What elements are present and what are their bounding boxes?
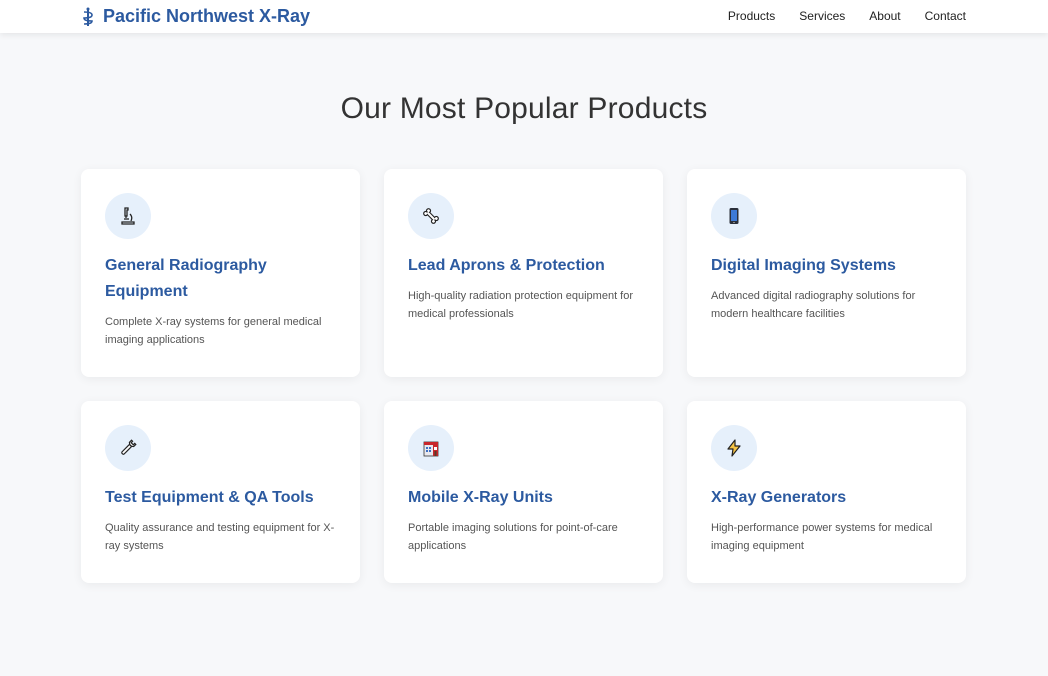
product-description: Complete X-ray systems for general medic… [105, 316, 322, 346]
nav-link-contact[interactable]: Contact [925, 9, 966, 23]
product-description: High-quality radiation protection equipm… [408, 290, 634, 320]
brand-link[interactable]: Pacific Northwest X-Ray [81, 6, 310, 27]
nav-links: Products Services About Contact [728, 9, 966, 23]
lightning-icon [711, 425, 757, 471]
product-card-digital-imaging[interactable]: Digital Imaging Systems Advanced digital… [687, 169, 966, 377]
product-card-general-radiography[interactable]: General Radiography Equipment Complete X… [81, 169, 360, 377]
top-navbar: Pacific Northwest X-Ray Products Service… [0, 0, 1048, 33]
product-title: X-Ray Generators [711, 489, 847, 506]
product-description: Advanced digital radiography solutions f… [711, 290, 916, 320]
mobile-phone-icon [711, 193, 757, 239]
product-card-xray-generators[interactable]: X-Ray Generators High-performance power … [687, 401, 966, 583]
product-title: General Radiography Equipment [105, 257, 267, 300]
microscope-icon [105, 193, 151, 239]
product-card-mobile-xray[interactable]: Mobile X-Ray Units Portable imaging solu… [384, 401, 663, 583]
wrench-icon [105, 425, 151, 471]
product-title: Test Equipment & QA Tools [105, 489, 314, 506]
product-description: Portable imaging solutions for point-of-… [408, 522, 618, 552]
product-title: Digital Imaging Systems [711, 257, 896, 274]
nav-link-about[interactable]: About [869, 9, 900, 23]
product-grid: General Radiography Equipment Complete X… [81, 169, 966, 583]
caduceus-icon [81, 7, 95, 27]
product-title: Mobile X-Ray Units [408, 489, 553, 506]
brand-name: Pacific Northwest X-Ray [103, 6, 311, 26]
product-description: Quality assurance and testing equipment … [105, 522, 335, 552]
nav-link-products[interactable]: Products [728, 9, 775, 23]
hospital-icon [408, 425, 454, 471]
nav-link-services[interactable]: Services [799, 9, 845, 23]
product-title: Lead Aprons & Protection [408, 257, 605, 274]
product-card-test-equipment[interactable]: Test Equipment & QA Tools Quality assura… [81, 401, 360, 583]
bone-icon [408, 193, 454, 239]
product-card-lead-aprons[interactable]: Lead Aprons & Protection High-quality ra… [384, 169, 663, 377]
product-description: High-performance power systems for medic… [711, 522, 933, 552]
section-title: Our Most Popular Products [340, 92, 708, 125]
